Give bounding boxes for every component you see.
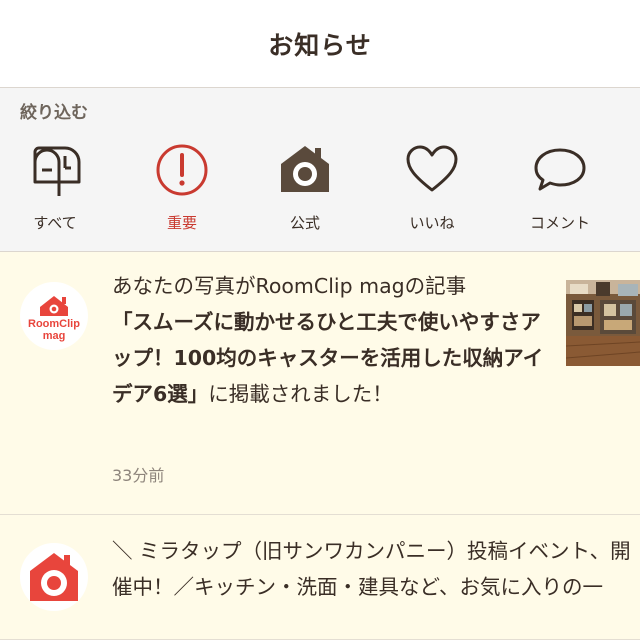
house-camera-icon xyxy=(273,138,337,202)
notification-text: あなたの写真がRoomClip magの記事 「スムーズに動かせるひと工夫で使いや… xyxy=(112,268,552,412)
filter-official-label: 公式 xyxy=(289,214,320,232)
roomclip-mag-avatar[interactable]: RoomClip mag xyxy=(20,282,88,350)
room-photo-thumbnail[interactable] xyxy=(566,280,640,366)
house-camera-icon xyxy=(30,553,78,601)
roomclip-avatar[interactable] xyxy=(20,543,88,611)
notification-item[interactable]: RoomClip mag あなたの写真がRoomClip magの記事 「スムーズ… xyxy=(0,252,640,515)
filter-comment-button[interactable]: コメント xyxy=(505,138,615,238)
roomclip-mag-logo: RoomClip mag xyxy=(28,296,80,342)
notification-text-before: あなたの写真がRoomClip magの記事 xyxy=(112,274,467,298)
speech-bubble-icon xyxy=(528,138,592,202)
filter-label: 絞り込む xyxy=(20,103,88,123)
exclamation-circle-icon xyxy=(150,138,214,202)
heart-icon xyxy=(400,138,464,202)
filter-bar: 絞り込む すべて 重要 公式 いいね コメント xyxy=(0,88,640,252)
filter-important-button[interactable]: 重要 xyxy=(127,138,237,238)
app-header: お知らせ xyxy=(0,0,640,88)
filter-like-button[interactable]: いいね xyxy=(377,138,487,238)
filter-comment-label: コメント xyxy=(529,214,590,232)
notification-text: ＼ ミラタップ（旧サンワカンパニー）投稿イベント、開催中！／キッチン・洗面・建具… xyxy=(112,539,631,599)
filter-all-button[interactable]: すべて xyxy=(0,138,110,238)
page-title: お知らせ xyxy=(268,30,372,60)
mailbox-icon xyxy=(23,138,87,202)
filter-important-label: 重要 xyxy=(166,214,197,232)
filter-all-label: すべて xyxy=(33,214,77,232)
logo-line2: mag xyxy=(43,330,66,342)
logo-line1: RoomClip xyxy=(28,318,80,330)
notification-time: 33分前 xyxy=(112,466,165,485)
notification-item[interactable]: ＼ ミラタップ（旧サンワカンパニー）投稿イベント、開催中！／キッチン・洗面・建具… xyxy=(0,515,640,640)
filter-official-button[interactable]: 公式 xyxy=(250,138,360,238)
filter-like-label: いいね xyxy=(409,214,455,232)
notification-text-after: に掲載されました！ xyxy=(208,382,393,406)
